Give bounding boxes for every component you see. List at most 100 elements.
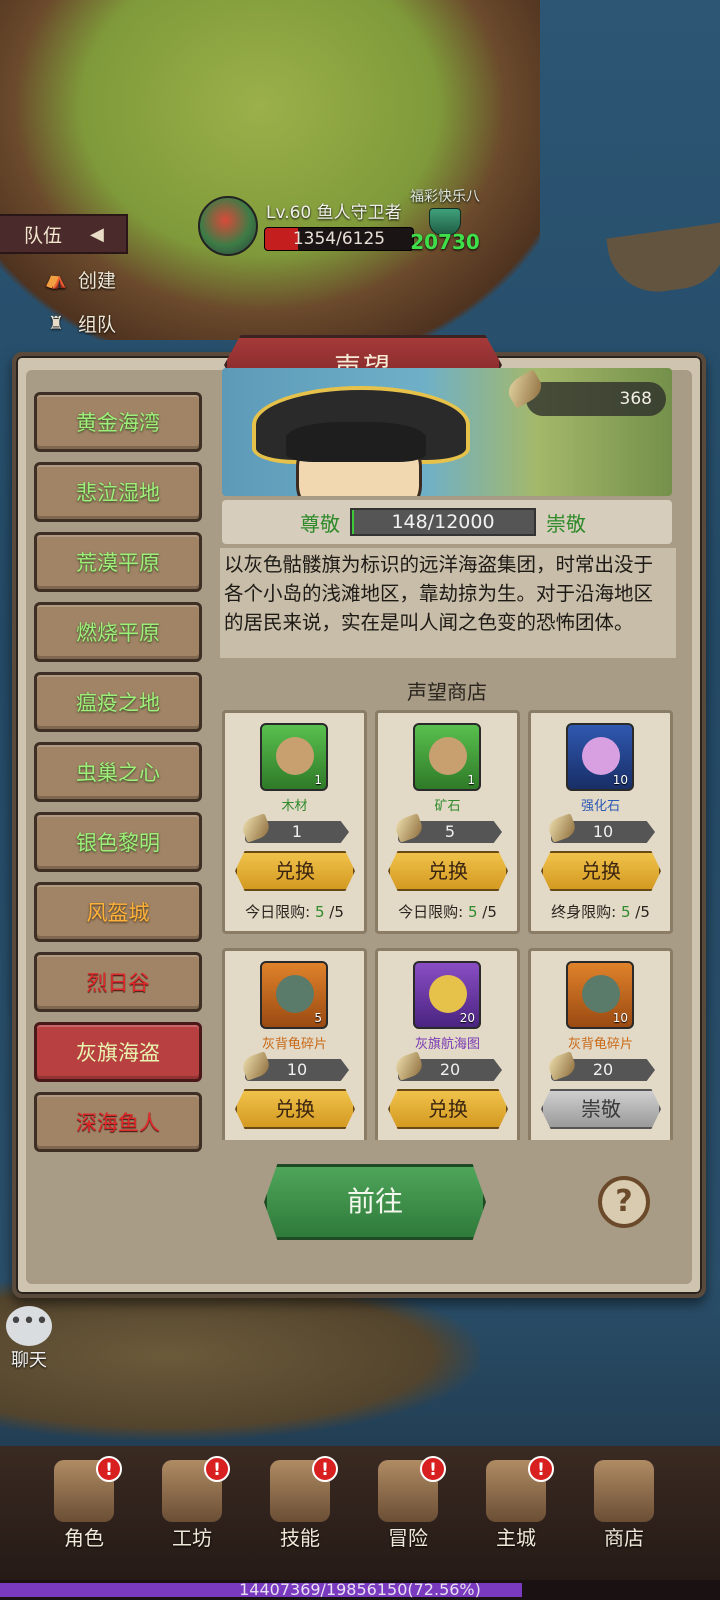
alert-badge-icon: ! bbox=[528, 1456, 554, 1482]
shop-item-card: 10 强化石 10 兑换 终身限购: 5 /5 bbox=[528, 710, 673, 934]
people-icon: ⛺ bbox=[44, 268, 68, 290]
nav-label: 工坊 bbox=[172, 1526, 212, 1550]
reputation-shop-grid[interactable]: 1 木材 1 兑换 今日限购: 5 /5 1 矿石 5 兑换 今日限购: 5 /5 10 强化石 10 兑… bbox=[222, 710, 674, 1140]
limit-label: 今日限购: bbox=[245, 903, 311, 921]
purchase-limit: 今日限购: 5 /5 bbox=[225, 901, 364, 922]
create-label: 创建 bbox=[78, 270, 117, 292]
item-quantity: 10 bbox=[612, 1011, 628, 1025]
boss-hp-bar: 1354/6125 bbox=[264, 227, 414, 251]
workshop-icon: ! bbox=[162, 1456, 230, 1522]
exp-bar: 14407369/19856150(72.56%) bbox=[0, 1580, 720, 1600]
purchase-limit: 终身限购: 5 /5 bbox=[531, 901, 670, 922]
nav-item-skills[interactable]: ! 技能 bbox=[246, 1456, 354, 1551]
shop-item-card: 5 灰背龟碎片 10 兑换 bbox=[222, 948, 367, 1140]
shop-item-card: 1 矿石 5 兑换今日限购: 5 /5 bbox=[375, 710, 520, 934]
go-button[interactable]: 前往 bbox=[264, 1164, 486, 1240]
faction-illustration: 368 bbox=[222, 368, 672, 496]
exchange-button[interactable]: 兑换 bbox=[235, 1089, 355, 1129]
exp-text: 14407369/19856150(72.56%) bbox=[239, 1580, 481, 1599]
guild-power: 20730 bbox=[410, 230, 480, 254]
enhance-stone-icon[interactable]: 10 bbox=[566, 723, 634, 791]
region-button[interactable]: 深海鱼人 bbox=[34, 1092, 202, 1152]
nav-item-workshop[interactable]: ! 工坊 bbox=[138, 1456, 246, 1551]
reputation-progress-bar: 148/12000 bbox=[350, 508, 536, 536]
nav-label: 主城 bbox=[496, 1526, 536, 1550]
nav-item-character[interactable]: ! 角色 bbox=[30, 1456, 138, 1551]
alert-badge-icon: ! bbox=[96, 1456, 122, 1482]
boss-avatar bbox=[198, 196, 258, 256]
wood-icon[interactable]: 1 bbox=[260, 723, 328, 791]
item-glyph bbox=[276, 737, 314, 775]
exchange-button[interactable]: 兑换 bbox=[388, 1089, 508, 1129]
turtle-fragment-icon[interactable]: 5 bbox=[260, 961, 328, 1029]
item-quantity: 5 bbox=[314, 1011, 322, 1025]
limit-used: 5 bbox=[620, 903, 631, 921]
limit-used: 5 bbox=[467, 903, 478, 921]
item-name: 灰背龟碎片 bbox=[567, 1037, 633, 1052]
exchange-button[interactable]: 崇敬 bbox=[541, 1089, 661, 1129]
nav-label: 冒险 bbox=[388, 1526, 428, 1550]
character-icon: ! bbox=[54, 1456, 122, 1522]
faction-description: 以灰色骷髅旗为标识的远洋海盗集团，时常出没于各个小岛的浅滩地区，靠劫掠为生。对于… bbox=[220, 548, 676, 658]
main-city-icon: ! bbox=[486, 1456, 554, 1522]
item-quantity: 1 bbox=[467, 773, 475, 787]
bottom-nav: ! 角色! 工坊 ! 技能! 冒险! 主城 商店 bbox=[0, 1446, 720, 1600]
nav-item-main-city[interactable]: ! 主城 bbox=[462, 1456, 570, 1551]
exchange-button[interactable]: 兑换 bbox=[388, 851, 508, 891]
join-team-button[interactable]: ♜ 组队 bbox=[44, 310, 116, 337]
group-label: 组队 bbox=[78, 314, 117, 336]
region-button[interactable]: 瘟疫之地 bbox=[34, 672, 202, 732]
limit-total: /5 bbox=[329, 903, 344, 921]
alert-badge-icon: ! bbox=[204, 1456, 230, 1482]
item-name: 灰旗航海图 bbox=[414, 1037, 480, 1052]
sea-chart-icon[interactable]: 20 bbox=[413, 961, 481, 1029]
item-quantity: 10 bbox=[612, 773, 628, 787]
nav-label: 技能 bbox=[280, 1526, 320, 1550]
nav-label: 角色 bbox=[64, 1526, 104, 1550]
help-icon[interactable]: ? bbox=[598, 1176, 650, 1228]
nav-item-adventure[interactable]: ! 冒险 bbox=[354, 1456, 462, 1551]
region-button[interactable]: 燃烧平原 bbox=[34, 602, 202, 662]
team-tab[interactable]: 队伍 ◀ bbox=[0, 214, 128, 254]
shop-title: 声望商店 bbox=[407, 680, 487, 704]
item-glyph bbox=[276, 975, 314, 1013]
reputation-points: 368 bbox=[619, 389, 652, 409]
shop-icon bbox=[594, 1460, 654, 1522]
region-button[interactable]: 风盔城 bbox=[34, 882, 202, 942]
item-name: 矿石 bbox=[434, 799, 461, 814]
exchange-button[interactable]: 兑换 bbox=[541, 851, 661, 891]
nav-item-shop[interactable]: 商店 bbox=[570, 1460, 678, 1551]
item-quantity: 20 bbox=[459, 1011, 475, 1025]
exchange-button[interactable]: 兑换 bbox=[235, 851, 355, 891]
limit-label: 终身限购: bbox=[551, 903, 617, 921]
region-button[interactable]: 荒漠平原 bbox=[34, 532, 202, 592]
alert-badge-icon: ! bbox=[420, 1456, 446, 1482]
create-team-button[interactable]: ⛺ 创建 bbox=[44, 266, 116, 293]
team-tab-label: 队伍 bbox=[24, 224, 63, 247]
region-button[interactable]: 虫巢之心 bbox=[34, 742, 202, 802]
boss-hp-text: 1354/6125 bbox=[292, 229, 386, 249]
limit-used: 5 bbox=[314, 903, 325, 921]
current-rep-level: 尊敬 bbox=[300, 511, 340, 536]
reputation-progress-row: 尊敬 148/12000 崇敬 bbox=[222, 500, 672, 544]
region-button[interactable]: 黄金海湾 bbox=[34, 392, 202, 452]
turtle-fragment-icon[interactable]: 10 bbox=[566, 961, 634, 1029]
region-button[interactable]: 灰旗海盗 bbox=[34, 1022, 202, 1082]
region-button[interactable]: 银色黎明 bbox=[34, 812, 202, 872]
region-button[interactable]: 悲泣湿地 bbox=[34, 462, 202, 522]
boss-marker[interactable]: Lv.60 鱼人守卫者 1354/6125 bbox=[198, 196, 414, 256]
guild-marker[interactable]: 福彩快乐八 20730 bbox=[404, 186, 486, 254]
item-glyph bbox=[582, 737, 620, 775]
item-name: 灰背龟碎片 bbox=[261, 1037, 327, 1052]
item-glyph bbox=[429, 975, 467, 1013]
region-button[interactable]: 烈日谷 bbox=[34, 952, 202, 1012]
nav-label: 商店 bbox=[604, 1526, 644, 1550]
shop-item-card: 20 灰旗航海图 20 兑换 bbox=[375, 948, 520, 1140]
collapse-arrow-icon[interactable]: ◀ bbox=[90, 224, 104, 245]
chat-button[interactable]: ••• 聊天 bbox=[4, 1306, 54, 1372]
item-name: 木材 bbox=[281, 799, 308, 814]
limit-label: 今日限购: bbox=[398, 903, 464, 921]
purchase-limit: 今日限购: 5 /5 bbox=[378, 901, 517, 922]
ore-icon[interactable]: 1 bbox=[413, 723, 481, 791]
chat-label: 聊天 bbox=[11, 1350, 47, 1371]
